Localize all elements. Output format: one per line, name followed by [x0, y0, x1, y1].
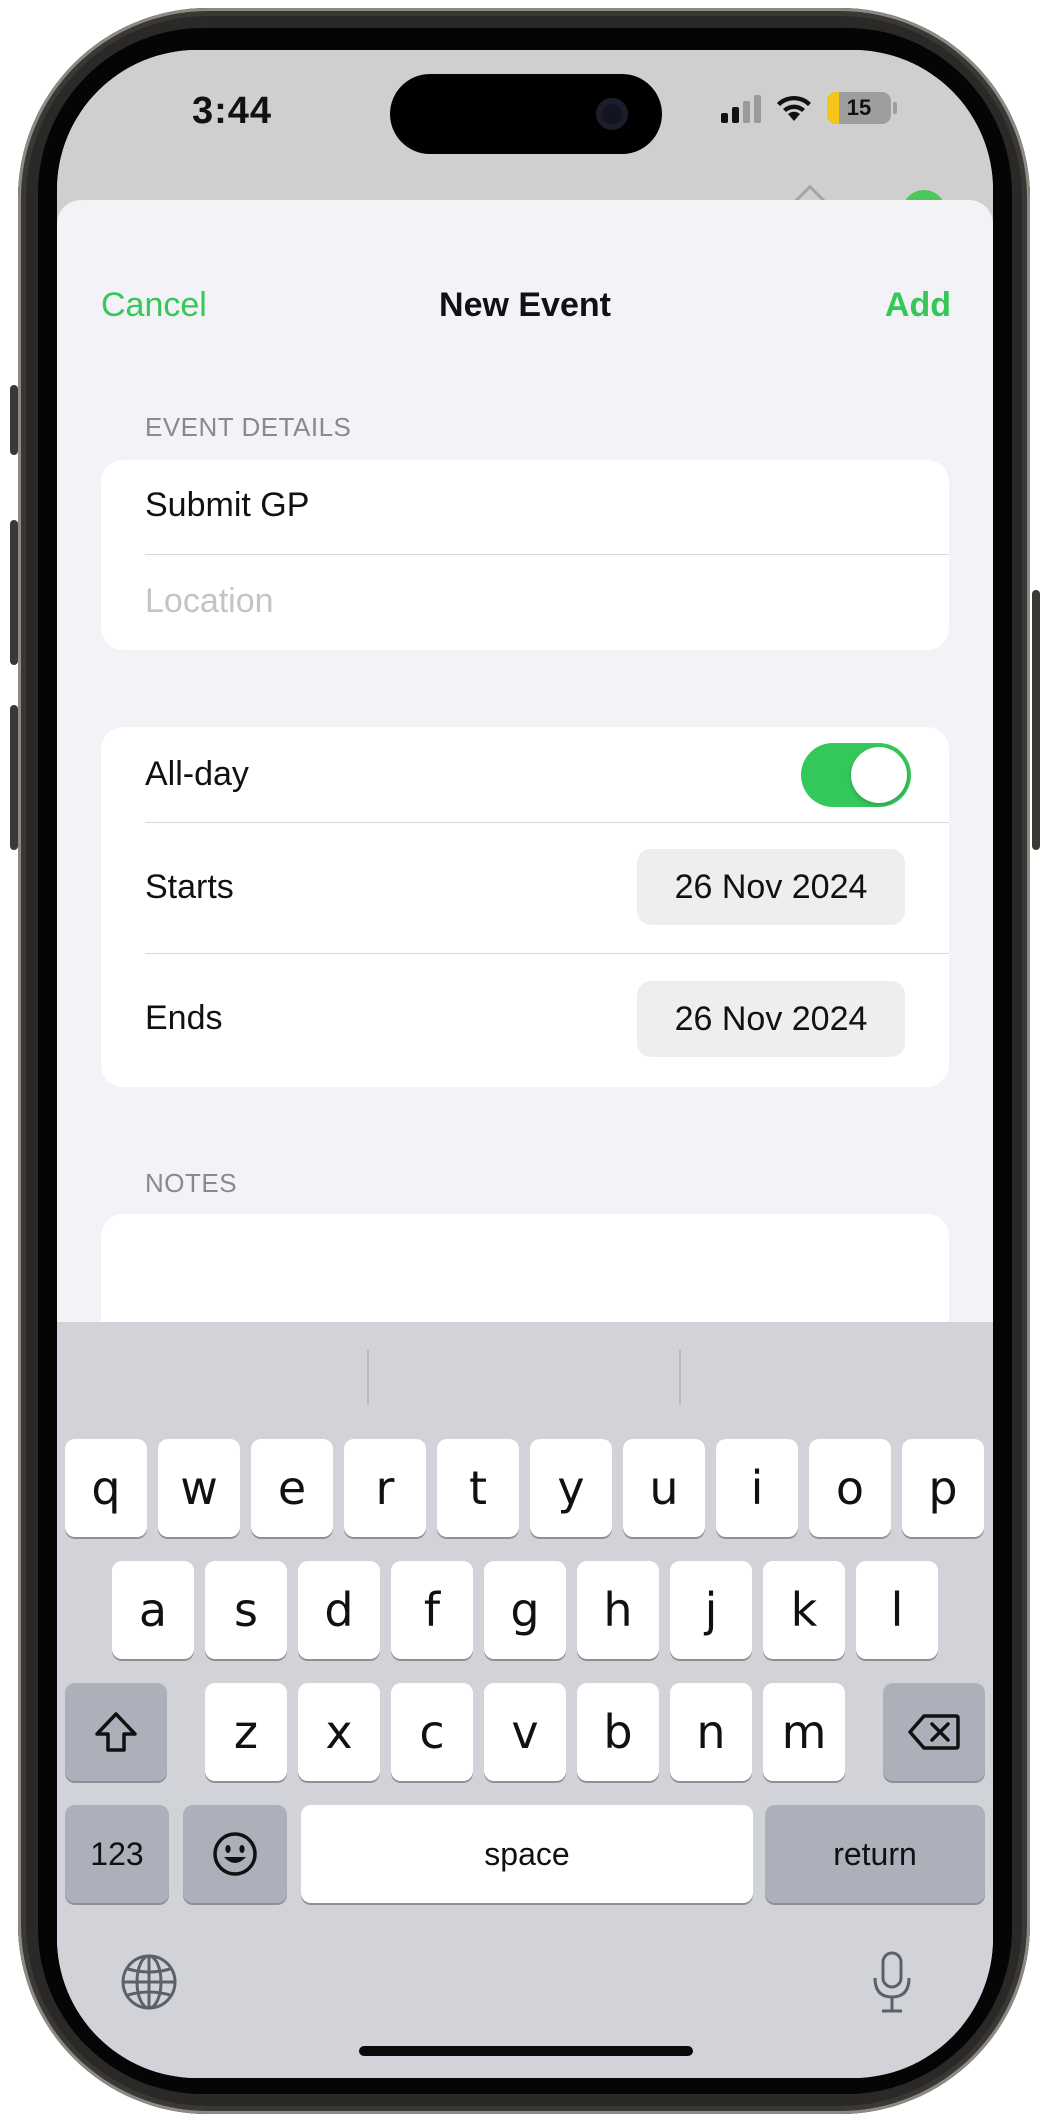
ends-date-picker[interactable]: 26 Nov 2024 [637, 981, 905, 1057]
key-x[interactable]: x [298, 1683, 380, 1781]
key-c[interactable]: c [391, 1683, 473, 1781]
key-k[interactable]: k [763, 1561, 845, 1659]
front-camera-icon [596, 98, 628, 130]
globe-icon[interactable] [117, 1950, 181, 2014]
key-g[interactable]: g [484, 1561, 566, 1659]
microphone-icon[interactable] [867, 1948, 917, 2018]
status-bar: 3:44 15 [57, 50, 993, 234]
key-m[interactable]: m [763, 1683, 845, 1781]
divider [145, 554, 949, 555]
shift-key[interactable] [65, 1683, 167, 1781]
key-i[interactable]: i [716, 1439, 798, 1537]
key-l[interactable]: l [856, 1561, 938, 1659]
schedule-card: All-day Starts 26 Nov 2024 Ends 26 Nov 2… [101, 727, 949, 1087]
key-v[interactable]: v [484, 1683, 566, 1781]
keyboard: q w e r t y u i o p a s d f g h j k l z … [57, 1322, 993, 2078]
screen: 3:44 15 Cancel New Event Add EVENT DETAI… [57, 50, 993, 2078]
title-field[interactable]: Submit GP [145, 486, 949, 525]
key-a[interactable]: a [112, 1561, 194, 1659]
new-event-sheet: Cancel New Event Add EVENT DETAILS Submi… [57, 200, 993, 1414]
key-z[interactable]: z [205, 1683, 287, 1781]
event-details-header: EVENT DETAILS [145, 412, 352, 442]
key-q[interactable]: q [65, 1439, 147, 1537]
key-w[interactable]: w [158, 1439, 240, 1537]
key-s[interactable]: s [205, 1561, 287, 1659]
divider [145, 822, 949, 823]
battery-level: 15 [846, 95, 872, 120]
key-b[interactable]: b [577, 1683, 659, 1781]
key-y[interactable]: y [530, 1439, 612, 1537]
location-field[interactable]: Location [145, 582, 949, 621]
home-indicator [359, 2046, 693, 2056]
divider [145, 953, 949, 954]
sheet-title: New Event [439, 286, 611, 324]
volume-down-button [10, 705, 18, 850]
key-d[interactable]: d [298, 1561, 380, 1659]
key-f[interactable]: f [391, 1561, 473, 1659]
battery-tip [893, 102, 897, 114]
starts-date-picker[interactable]: 26 Nov 2024 [637, 849, 905, 925]
status-icons: 15 [721, 92, 897, 124]
key-j[interactable]: j [670, 1561, 752, 1659]
volume-up-button [10, 520, 18, 665]
key-n[interactable]: n [670, 1683, 752, 1781]
notes-header: NOTES [145, 1168, 238, 1198]
numbers-key[interactable]: 123 [65, 1805, 169, 1903]
space-key[interactable]: space [301, 1805, 753, 1903]
wifi-icon [777, 95, 811, 121]
all-day-toggle[interactable] [801, 743, 911, 807]
toggle-knob [851, 747, 907, 803]
key-u[interactable]: u [623, 1439, 705, 1537]
key-t[interactable]: t [437, 1439, 519, 1537]
cellular-signal-icon [721, 93, 761, 123]
key-p[interactable]: p [902, 1439, 984, 1537]
key-r[interactable]: r [344, 1439, 426, 1537]
action-button [10, 385, 18, 455]
power-button [1032, 590, 1040, 850]
battery-icon: 15 [827, 92, 891, 124]
key-h[interactable]: h [577, 1561, 659, 1659]
suggestion-divider [367, 1350, 369, 1404]
event-details-card: Submit GP Location [101, 460, 949, 650]
backspace-icon [908, 1714, 960, 1750]
add-button[interactable]: Add [885, 286, 951, 325]
shift-icon [95, 1712, 137, 1752]
key-o[interactable]: o [809, 1439, 891, 1537]
key-e[interactable]: e [251, 1439, 333, 1537]
emoji-icon [213, 1832, 257, 1876]
dynamic-island [390, 74, 662, 154]
suggestion-divider [679, 1350, 681, 1404]
return-key[interactable]: return [765, 1805, 985, 1903]
status-time: 3:44 [192, 90, 273, 132]
delete-key[interactable] [883, 1683, 985, 1781]
emoji-key[interactable] [183, 1805, 287, 1903]
